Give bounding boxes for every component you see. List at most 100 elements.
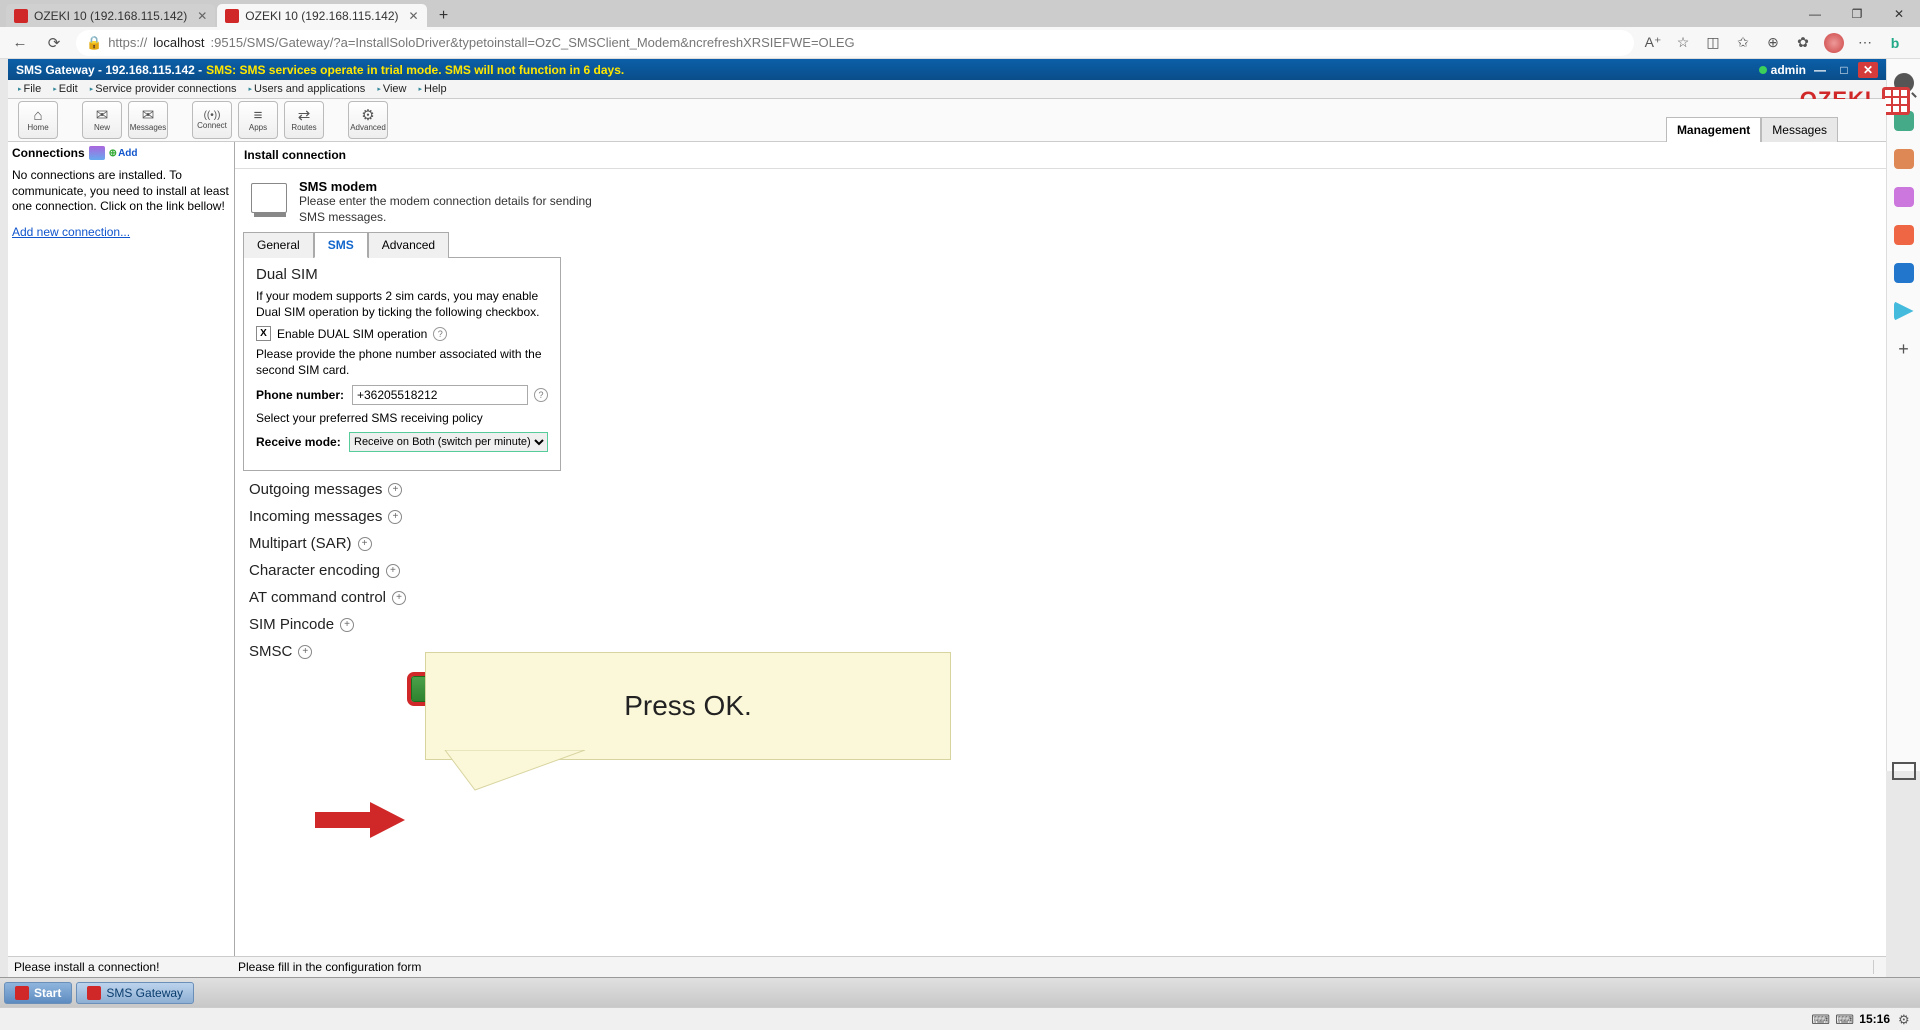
annotation-arrow-icon bbox=[315, 802, 405, 838]
section-multipart: Multipart (SAR) bbox=[249, 535, 352, 552]
clock: 15:16 bbox=[1859, 1012, 1890, 1026]
system-tray: ⌨ ⌨ 15:16 ⚙ bbox=[0, 1007, 1920, 1030]
connections-empty-text: No connections are installed. To communi… bbox=[12, 168, 230, 215]
toolbar-advanced-button[interactable]: ⚙Advanced bbox=[348, 101, 388, 139]
install-header: Install connection bbox=[235, 142, 1886, 169]
browser-tab-strip: OZEKI 10 (192.168.115.142) ✕ OZEKI 10 (1… bbox=[0, 0, 1920, 27]
toolbar-routes-button[interactable]: ⇄Routes bbox=[284, 101, 324, 139]
url-prefix: https:// bbox=[108, 35, 147, 50]
enable-dualsim-label: Enable DUAL SIM operation bbox=[277, 327, 427, 341]
install-panel: Install connection SMS modem Please ente… bbox=[235, 142, 1886, 956]
settings-tray-icon[interactable]: ⚙ bbox=[1898, 1012, 1914, 1026]
tab-messages[interactable]: Messages bbox=[1761, 117, 1838, 142]
selection-box-icon bbox=[1892, 762, 1916, 780]
url-input[interactable]: 🔒 https:// localhost :9515/SMS/Gateway/?a=… bbox=[76, 30, 1634, 56]
drop-sidebar-icon[interactable] bbox=[1894, 301, 1914, 321]
apps-icon: ≡ bbox=[254, 108, 263, 123]
enable-dualsim-checkbox[interactable]: X bbox=[256, 326, 271, 341]
keyboard-tray-icon[interactable]: ⌨ bbox=[1811, 1012, 1827, 1026]
connections-icon bbox=[89, 146, 105, 160]
toolbar-apps-button[interactable]: ≡Apps bbox=[238, 101, 278, 139]
refresh-button[interactable]: ⟳ bbox=[42, 31, 66, 55]
favorites-bar-icon[interactable]: ✩ bbox=[1734, 34, 1752, 52]
extensions-icon[interactable]: ✿ bbox=[1794, 34, 1812, 52]
help-icon[interactable]: ? bbox=[534, 388, 548, 402]
app-minimize-button[interactable]: — bbox=[1810, 62, 1830, 78]
config-tabs: General SMS Advanced bbox=[243, 231, 561, 258]
tab-management[interactable]: Management bbox=[1666, 117, 1761, 142]
read-aloud-icon[interactable]: A⁺ bbox=[1644, 34, 1662, 52]
menu-icon[interactable]: ⋯ bbox=[1856, 34, 1874, 52]
expand-icon[interactable]: + bbox=[386, 564, 400, 578]
toolbar-messages-button[interactable]: ✉Messages bbox=[128, 101, 168, 139]
annotation-callout: Press OK. bbox=[425, 652, 951, 760]
expand-icon[interactable]: + bbox=[298, 645, 312, 659]
start-button[interactable]: Start bbox=[4, 982, 72, 1004]
tab-close-icon[interactable]: ✕ bbox=[409, 9, 419, 23]
app-taskbar: Start SMS Gateway bbox=[0, 977, 1920, 1007]
section-incoming: Incoming messages bbox=[249, 508, 382, 525]
url-path: :9515/SMS/Gateway/?a=InstallSoloDriver&t… bbox=[211, 35, 855, 50]
menu-view[interactable]: View bbox=[371, 83, 412, 95]
expand-icon[interactable]: + bbox=[388, 510, 402, 524]
favicon-icon bbox=[225, 9, 239, 23]
expand-icon[interactable]: + bbox=[392, 591, 406, 605]
window-minimize-button[interactable]: — bbox=[1794, 0, 1836, 27]
expand-icon[interactable]: + bbox=[388, 483, 402, 497]
app-maximize-button[interactable]: □ bbox=[1834, 62, 1854, 78]
toolbar-home-button[interactable]: ⌂Home bbox=[18, 101, 58, 139]
tab-general[interactable]: General bbox=[243, 232, 314, 258]
lock-icon: 🔒 bbox=[86, 35, 102, 51]
connect-icon: ((•)) bbox=[204, 111, 221, 121]
ozeki-grid-icon[interactable] bbox=[1882, 87, 1910, 115]
sidebar-add-button[interactable]: + bbox=[1898, 339, 1909, 360]
browser-tab-0[interactable]: OZEKI 10 (192.168.115.142) ✕ bbox=[6, 4, 215, 27]
app-close-button[interactable]: ✕ bbox=[1858, 62, 1878, 78]
menu-help[interactable]: Help bbox=[412, 83, 452, 95]
favorite-icon[interactable]: ☆ bbox=[1674, 34, 1692, 52]
section-encoding: Character encoding bbox=[249, 562, 380, 579]
help-icon[interactable]: ? bbox=[433, 327, 447, 341]
menu-file[interactable]: File bbox=[12, 83, 47, 95]
copilot-icon[interactable]: b bbox=[1886, 34, 1904, 52]
menu-service-providers[interactable]: Service provider connections bbox=[84, 83, 243, 95]
start-icon bbox=[15, 986, 29, 1000]
connections-panel: Connections Add No connections are insta… bbox=[8, 142, 235, 956]
callout-text: Press OK. bbox=[624, 690, 752, 722]
url-host: localhost bbox=[153, 35, 204, 50]
taskbar-app-button[interactable]: SMS Gateway bbox=[76, 982, 194, 1004]
window-restore-button[interactable]: ❐ bbox=[1836, 0, 1878, 27]
tab-sms[interactable]: SMS bbox=[314, 232, 368, 258]
toolbar-connect-button[interactable]: ((•))Connect bbox=[192, 101, 232, 139]
add-new-connection-link[interactable]: Add new connection... bbox=[12, 225, 130, 239]
trial-notice: SMS: SMS services operate in trial mode.… bbox=[206, 63, 624, 77]
menu-edit[interactable]: Edit bbox=[47, 83, 83, 95]
expand-icon[interactable]: + bbox=[358, 537, 372, 551]
people-sidebar-icon[interactable] bbox=[1894, 187, 1914, 207]
phone-input[interactable] bbox=[352, 385, 528, 405]
outlook-sidebar-icon[interactable] bbox=[1894, 263, 1914, 283]
address-bar: ← ⟳ 🔒 https:// localhost :9515/SMS/Gateway… bbox=[0, 27, 1920, 59]
collections-icon[interactable]: ⊕ bbox=[1764, 34, 1782, 52]
section-at-command: AT command control bbox=[249, 589, 386, 606]
tab-advanced[interactable]: Advanced bbox=[368, 232, 449, 258]
dualsim-desc2: Please provide the phone number associat… bbox=[256, 347, 548, 378]
section-smsc: SMSC bbox=[249, 643, 292, 660]
app-title: SMS Gateway - 192.168.115.142 - bbox=[16, 63, 202, 77]
tab-close-icon[interactable]: ✕ bbox=[197, 9, 207, 23]
expand-icon[interactable]: + bbox=[340, 618, 354, 632]
split-icon[interactable]: ◫ bbox=[1704, 34, 1722, 52]
window-close-button[interactable]: ✕ bbox=[1878, 0, 1920, 27]
add-connection-short-link[interactable]: Add bbox=[109, 148, 138, 159]
menu-users[interactable]: Users and applications bbox=[243, 83, 372, 95]
shopping-sidebar-icon[interactable] bbox=[1894, 149, 1914, 169]
new-tab-button[interactable]: + bbox=[433, 5, 455, 27]
office-sidebar-icon[interactable] bbox=[1894, 225, 1914, 245]
profile-icon[interactable] bbox=[1824, 33, 1844, 53]
toolbar-new-button[interactable]: ✉New bbox=[82, 101, 122, 139]
receive-mode-select[interactable]: Receive on Both (switch per minute) bbox=[349, 432, 548, 452]
browser-tab-1[interactable]: OZEKI 10 (192.168.115.142) ✕ bbox=[217, 4, 426, 27]
keyboard-tray-icon[interactable]: ⌨ bbox=[1835, 1012, 1851, 1026]
back-button[interactable]: ← bbox=[8, 31, 32, 55]
status-right: Please fill in the configuration form bbox=[238, 960, 421, 974]
